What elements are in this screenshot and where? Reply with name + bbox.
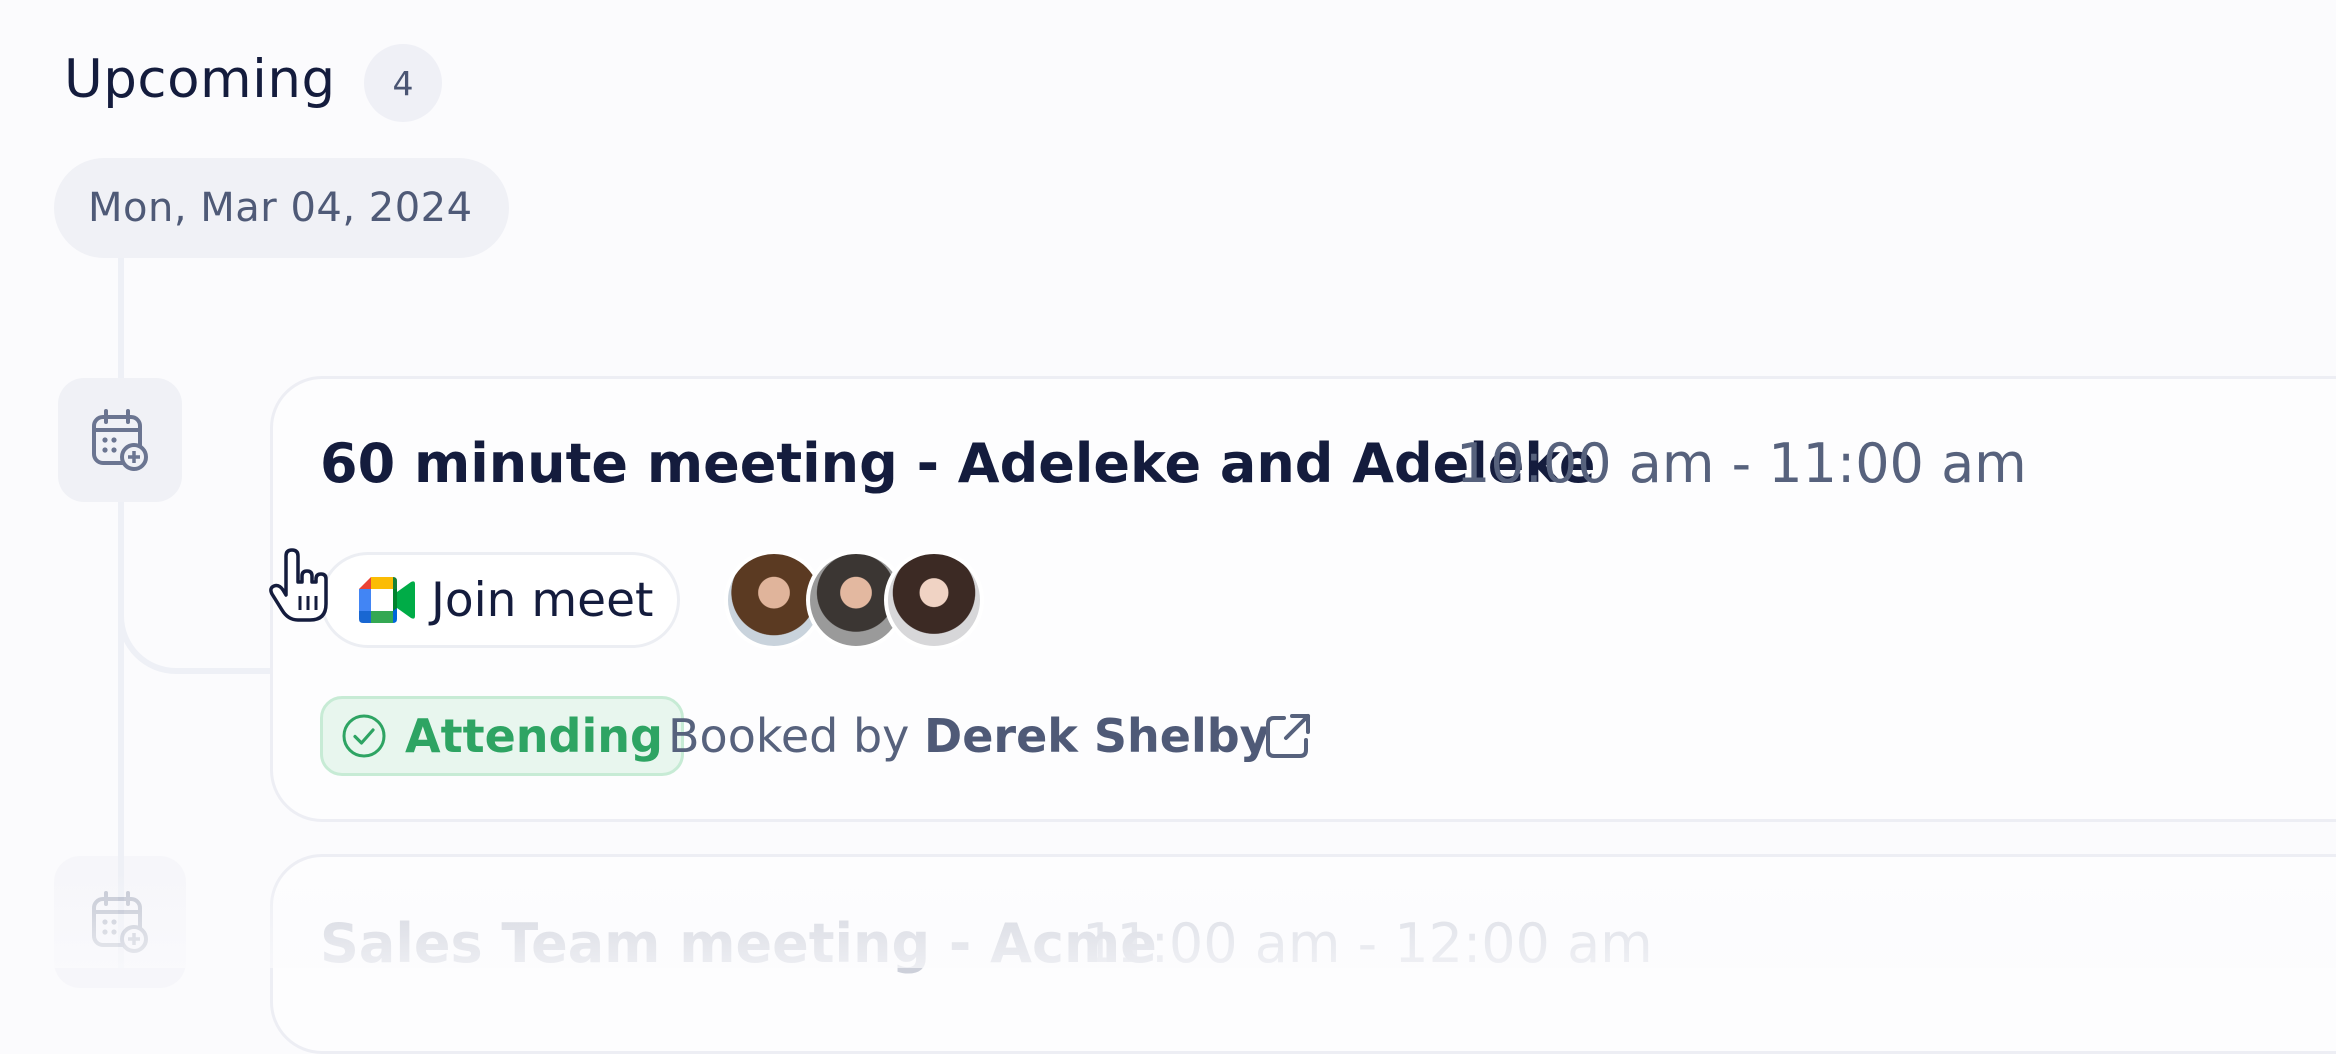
hand-pointer-cursor-icon [269,548,328,622]
calendar-plus-icon [92,409,148,471]
booked-by-text: Booked by Derek Shelby [668,702,1270,770]
timeline-connector [118,500,272,674]
external-link-icon[interactable] [1262,710,1314,762]
google-meet-icon [359,577,415,623]
calendar-plus-icon [92,891,148,953]
join-meet-button[interactable]: Join meet [320,552,680,648]
section-title: Upcoming [64,49,336,110]
event-title: Sales Team meeting - Acme [320,912,1157,975]
event-time: 10:00 am - 11:00 am [1456,432,2027,495]
date-pill: Mon, Mar 04, 2024 [54,158,509,258]
upcoming-count-badge: 4 [364,44,442,122]
status-badge: Attending [320,696,684,776]
event-title: 60 minute meeting - Adeleke and Adeleke [320,432,1596,495]
event-time: 11:00 am - 12:00 am [1082,912,1653,975]
attendee-avatar[interactable] [884,550,984,650]
status-label: Attending [405,709,663,763]
event-type-icon-box [54,856,186,988]
booked-by-prefix: Booked by [668,709,910,763]
join-meet-label: Join meet [431,572,654,628]
check-circle-icon [342,714,386,758]
event-type-icon-box [58,378,182,502]
booked-by-name: Derek Shelby [924,709,1270,763]
